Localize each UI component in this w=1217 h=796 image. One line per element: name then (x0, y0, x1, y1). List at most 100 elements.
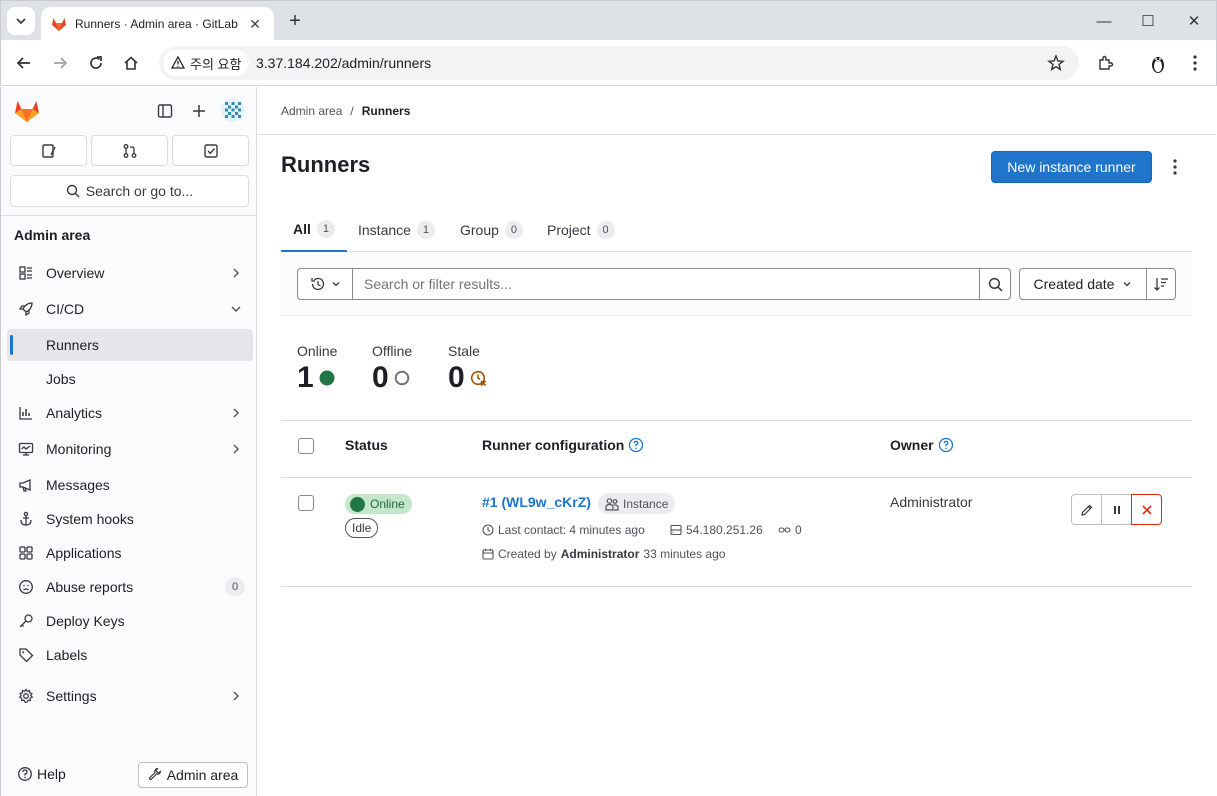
created-ago: 33 minutes ago (643, 547, 726, 561)
sidebar-item-labels[interactable]: Labels (7, 639, 253, 671)
sidebar-item-label: Overview (46, 265, 105, 281)
collapse-sidebar-icon[interactable] (153, 99, 177, 123)
runner-type-tabs: All 1 Instance 1 Group 0 Project 0 (281, 207, 1192, 252)
issues-shortcut[interactable] (10, 135, 87, 166)
sidebar-item-runners[interactable]: Runners (7, 329, 253, 361)
wrench-icon (148, 768, 161, 781)
header-divider (257, 134, 1216, 135)
sidebar-item-overview[interactable]: Overview (7, 257, 253, 289)
close-icon (1141, 504, 1152, 515)
sidebar-item-label: Analytics (46, 405, 103, 421)
sort-direction-button[interactable] (1146, 268, 1176, 300)
runner-link[interactable]: #1 (WL9w_cKrZ) (482, 494, 591, 510)
close-tab-icon[interactable]: ✕ (246, 16, 264, 33)
sidebar-item-applications[interactable]: Applications (7, 537, 253, 569)
search-icon (988, 277, 1002, 291)
reload-icon[interactable] (84, 51, 108, 75)
ip-address: 54.180.251.26 (670, 523, 763, 537)
home-icon[interactable] (119, 51, 143, 75)
tab-count-badge: 0 (504, 220, 523, 239)
breadcrumb-current: Runners (361, 104, 411, 118)
sidebar-item-label: Deploy Keys (46, 613, 125, 629)
profile-avatar-icon[interactable] (1146, 51, 1170, 75)
tab-all[interactable]: All 1 (281, 207, 347, 252)
sidebar-item-monitoring[interactable]: Monitoring (7, 433, 253, 465)
browser-menu-icon[interactable] (1183, 51, 1207, 75)
status-stale-icon (470, 370, 486, 386)
tab-count-badge: 1 (416, 220, 435, 239)
monitor-icon (17, 440, 35, 458)
chevron-right-icon (233, 444, 239, 454)
close-window-icon[interactable]: ✕ (1179, 9, 1209, 33)
new-tab-button[interactable]: + (283, 9, 307, 33)
row-actions (1071, 494, 1162, 525)
help-button[interactable]: Help (17, 766, 66, 782)
bookmark-star-icon[interactable] (1047, 54, 1065, 72)
online-dot-icon (350, 496, 365, 512)
sidebar-item-cicd[interactable]: CI/CD (7, 293, 253, 325)
gear-icon (17, 687, 35, 705)
applications-icon (17, 544, 35, 562)
recent-searches-button[interactable] (297, 268, 353, 300)
clock-icon (482, 524, 494, 536)
back-icon[interactable] (12, 51, 36, 75)
more-actions-kebab-icon[interactable] (1163, 153, 1187, 181)
forward-icon[interactable] (48, 51, 72, 75)
sidebar-item-label: System hooks (46, 511, 134, 527)
question-icon[interactable] (938, 437, 954, 453)
tab-count-badge: 0 (596, 220, 615, 239)
tab-group[interactable]: Group 0 (460, 207, 523, 252)
users-icon (605, 497, 619, 511)
sidebar-item-jobs[interactable]: Jobs (7, 363, 253, 395)
stat-stale: Stale 0 (448, 343, 487, 395)
job-count-text: 0 (795, 523, 802, 537)
breadcrumb: Admin area / Runners (281, 104, 410, 118)
pipeline-icon (778, 527, 791, 533)
sidebar-item-abuse-reports[interactable]: Abuse reports 0 (7, 571, 253, 603)
status-idle-badge: Idle (345, 518, 379, 538)
calendar-icon (482, 548, 494, 560)
stat-online: Online 1 (297, 343, 337, 395)
sidebar-item-settings[interactable]: Settings (7, 680, 253, 712)
sidebar-item-messages[interactable]: Messages (7, 469, 253, 501)
address-bar[interactable]: 주의 요함 3.37.184.202/admin/runners (159, 46, 1079, 80)
created-by-user-link[interactable]: Administrator (561, 547, 640, 561)
browser-tab[interactable]: Runners · Admin area · GitLab ✕ (41, 7, 274, 41)
sort-by-dropdown[interactable]: Created date (1019, 268, 1147, 300)
sidebar-item-deploy-keys[interactable]: Deploy Keys (7, 605, 253, 637)
key-icon (17, 612, 35, 630)
delete-runner-button[interactable] (1131, 494, 1162, 525)
admin-area-button[interactable]: Admin area (138, 762, 248, 788)
todos-shortcut[interactable] (172, 135, 249, 166)
minimize-icon[interactable]: — (1089, 9, 1119, 33)
tab-instance[interactable]: Instance 1 (358, 207, 435, 252)
maximize-icon[interactable]: ☐ (1133, 9, 1163, 33)
chevron-right-icon (233, 408, 239, 418)
sidebar-item-analytics[interactable]: Analytics (7, 397, 253, 429)
breadcrumb-parent-link[interactable]: Admin area (281, 104, 342, 118)
create-new-icon[interactable] (187, 99, 211, 123)
merge-requests-shortcut[interactable] (91, 135, 168, 166)
pause-runner-button[interactable] (1101, 494, 1132, 525)
tab-project[interactable]: Project 0 (547, 207, 615, 252)
search-filter-input[interactable]: Search or filter results... (352, 268, 980, 300)
new-instance-runner-button[interactable]: New instance runner (991, 151, 1152, 183)
row-select-checkbox[interactable] (298, 495, 314, 511)
sort-lowest-icon (1154, 278, 1168, 291)
search-or-go-to-button[interactable]: Search or go to... (10, 175, 249, 207)
tab-search-button[interactable] (7, 7, 35, 35)
gitlab-logo-icon[interactable] (13, 97, 41, 125)
breadcrumb-separator: / (350, 104, 354, 118)
help-label: Help (37, 766, 66, 782)
select-all-checkbox[interactable] (298, 438, 314, 454)
sidebar-item-system-hooks[interactable]: System hooks (7, 503, 253, 535)
tab-title: Runners · Admin area · GitLab (75, 17, 238, 31)
user-avatar[interactable] (220, 97, 246, 123)
edit-runner-button[interactable] (1071, 494, 1102, 525)
filter-search-button[interactable] (979, 268, 1011, 300)
extensions-icon[interactable] (1094, 51, 1118, 75)
question-icon[interactable] (628, 437, 644, 453)
status-text: Online (370, 497, 405, 511)
status-online-badge: Online (345, 494, 412, 514)
security-warning-chip[interactable]: 주의 요함 (163, 50, 250, 76)
